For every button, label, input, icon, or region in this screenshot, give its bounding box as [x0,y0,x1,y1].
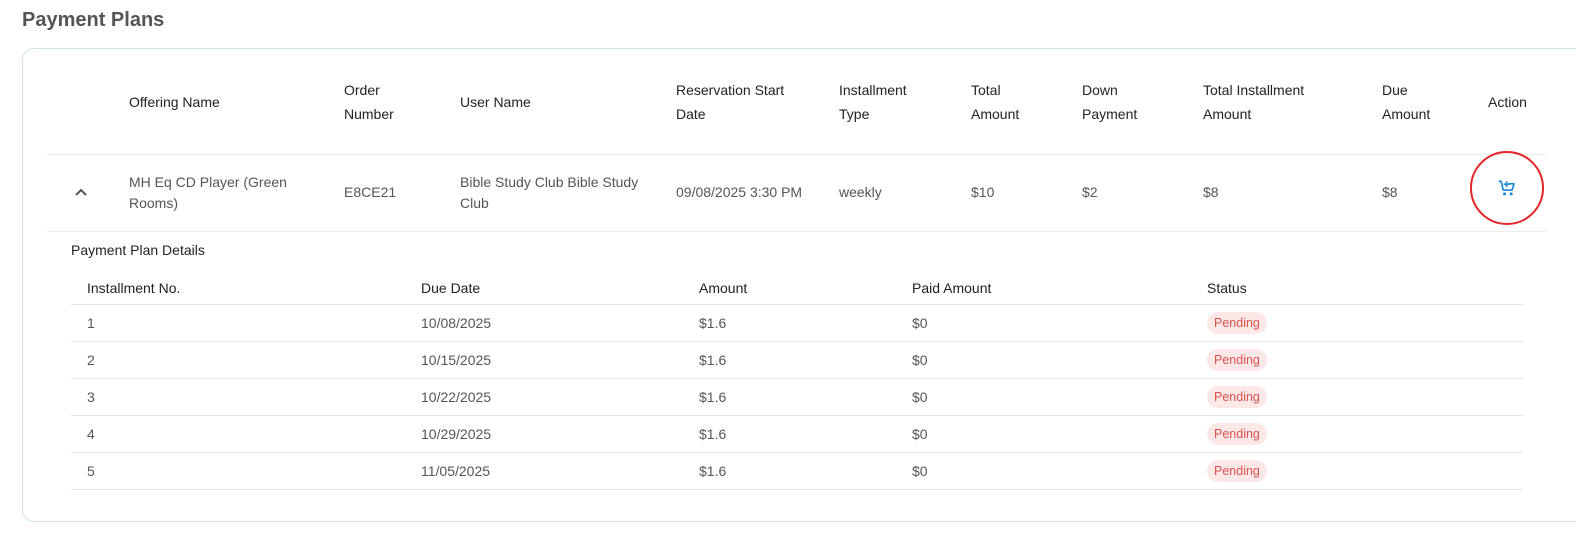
status-badge: Pending [1207,386,1267,408]
installment-row: 1 10/08/2025 $1.6 $0 Pending [71,305,1523,342]
header-total-amount: Total Amount [971,81,1020,122]
header-installment-type: Installment Type [839,81,907,122]
add-to-cart-icon [1498,180,1515,196]
page-title: Payment Plans [22,9,165,31]
header-offering-name: Offering Name [129,93,220,110]
details-header-row: Installment No. Due Date Amount Paid Amo… [71,271,1523,305]
installment-row: 3 10/22/2025 $1.6 $0 Pending [71,379,1523,416]
header-action: Action [1488,93,1527,110]
cell-installment-type: weekly [839,184,882,200]
installment-paid-amount: $0 [912,352,928,368]
status-badge: Pending [1207,423,1267,445]
installment-row: 4 10/29/2025 $1.6 $0 Pending [71,416,1523,453]
installment-paid-amount: $0 [912,426,928,442]
cell-reservation-start-date: 09/08/2025 3:30 PM [676,184,803,200]
table-header-row: Offering Name Order Number User Name Rese… [47,49,1547,155]
installment-no: 3 [87,389,95,405]
installment-paid-amount: $0 [912,463,928,479]
installment-due-date: 10/15/2025 [421,352,492,368]
installment-no: 4 [87,426,95,442]
cell-down-payment: $2 [1082,184,1098,200]
installment-due-date: 10/29/2025 [421,426,492,442]
header-installment-no: Installment No. [87,279,181,296]
status-badge: Pending [1207,460,1267,482]
status-badge: Pending [1207,349,1267,371]
payment-plan-details-title: Payment Plan Details [71,242,205,258]
installment-amount: $1.6 [699,463,727,479]
cell-offering-name: MH Eq CD Player (Green Rooms) [129,173,287,211]
add-to-cart-button[interactable] [1470,151,1544,225]
header-due-amount: Due Amount [1382,81,1431,122]
installment-no: 1 [87,315,95,331]
installment-amount: $1.6 [699,389,727,405]
installment-amount: $1.6 [699,426,727,442]
header-down-payment: Down Payment [1082,81,1138,122]
installment-no: 5 [87,463,95,479]
installment-due-date: 10/22/2025 [421,389,492,405]
header-status: Status [1207,279,1247,296]
installment-paid-amount: $0 [912,315,928,331]
cell-total-amount: $10 [971,184,995,200]
cell-due-amount: $8 [1382,184,1398,200]
table-row: MH Eq CD Player (Green Rooms) E8CE21 Bib… [47,151,1547,232]
installment-paid-amount: $0 [912,389,928,405]
header-reservation-start-date: Reservation Start Date [676,81,785,122]
header-due-date: Due Date [421,279,481,296]
installment-row: 2 10/15/2025 $1.6 $0 Pending [71,342,1523,379]
installment-row: 5 11/05/2025 $1.6 $0 Pending [71,453,1523,490]
header-user-name: User Name [460,93,531,110]
installment-amount: $1.6 [699,315,727,331]
header-amount: Amount [699,279,748,296]
chevron-up-icon[interactable] [71,181,91,203]
header-total-installment-amount: Total Installment Amount [1203,81,1305,122]
payment-plan-details-table: Installment No. Due Date Amount Paid Amo… [71,271,1523,490]
status-badge: Pending [1207,312,1267,334]
payment-plans-card: Offering Name Order Number User Name Rese… [22,48,1576,522]
installment-amount: $1.6 [699,352,727,368]
header-paid-amount: Paid Amount [912,279,992,296]
cell-user-name: Bible Study Club Bible Study Club [460,173,639,211]
header-order-number: Order Number [344,81,394,122]
installment-due-date: 11/05/2025 [421,463,491,479]
installment-due-date: 10/08/2025 [421,315,492,331]
cell-order-number: E8CE21 [344,184,397,200]
cell-total-installment-amount: $8 [1203,184,1219,200]
installment-no: 2 [87,352,95,368]
